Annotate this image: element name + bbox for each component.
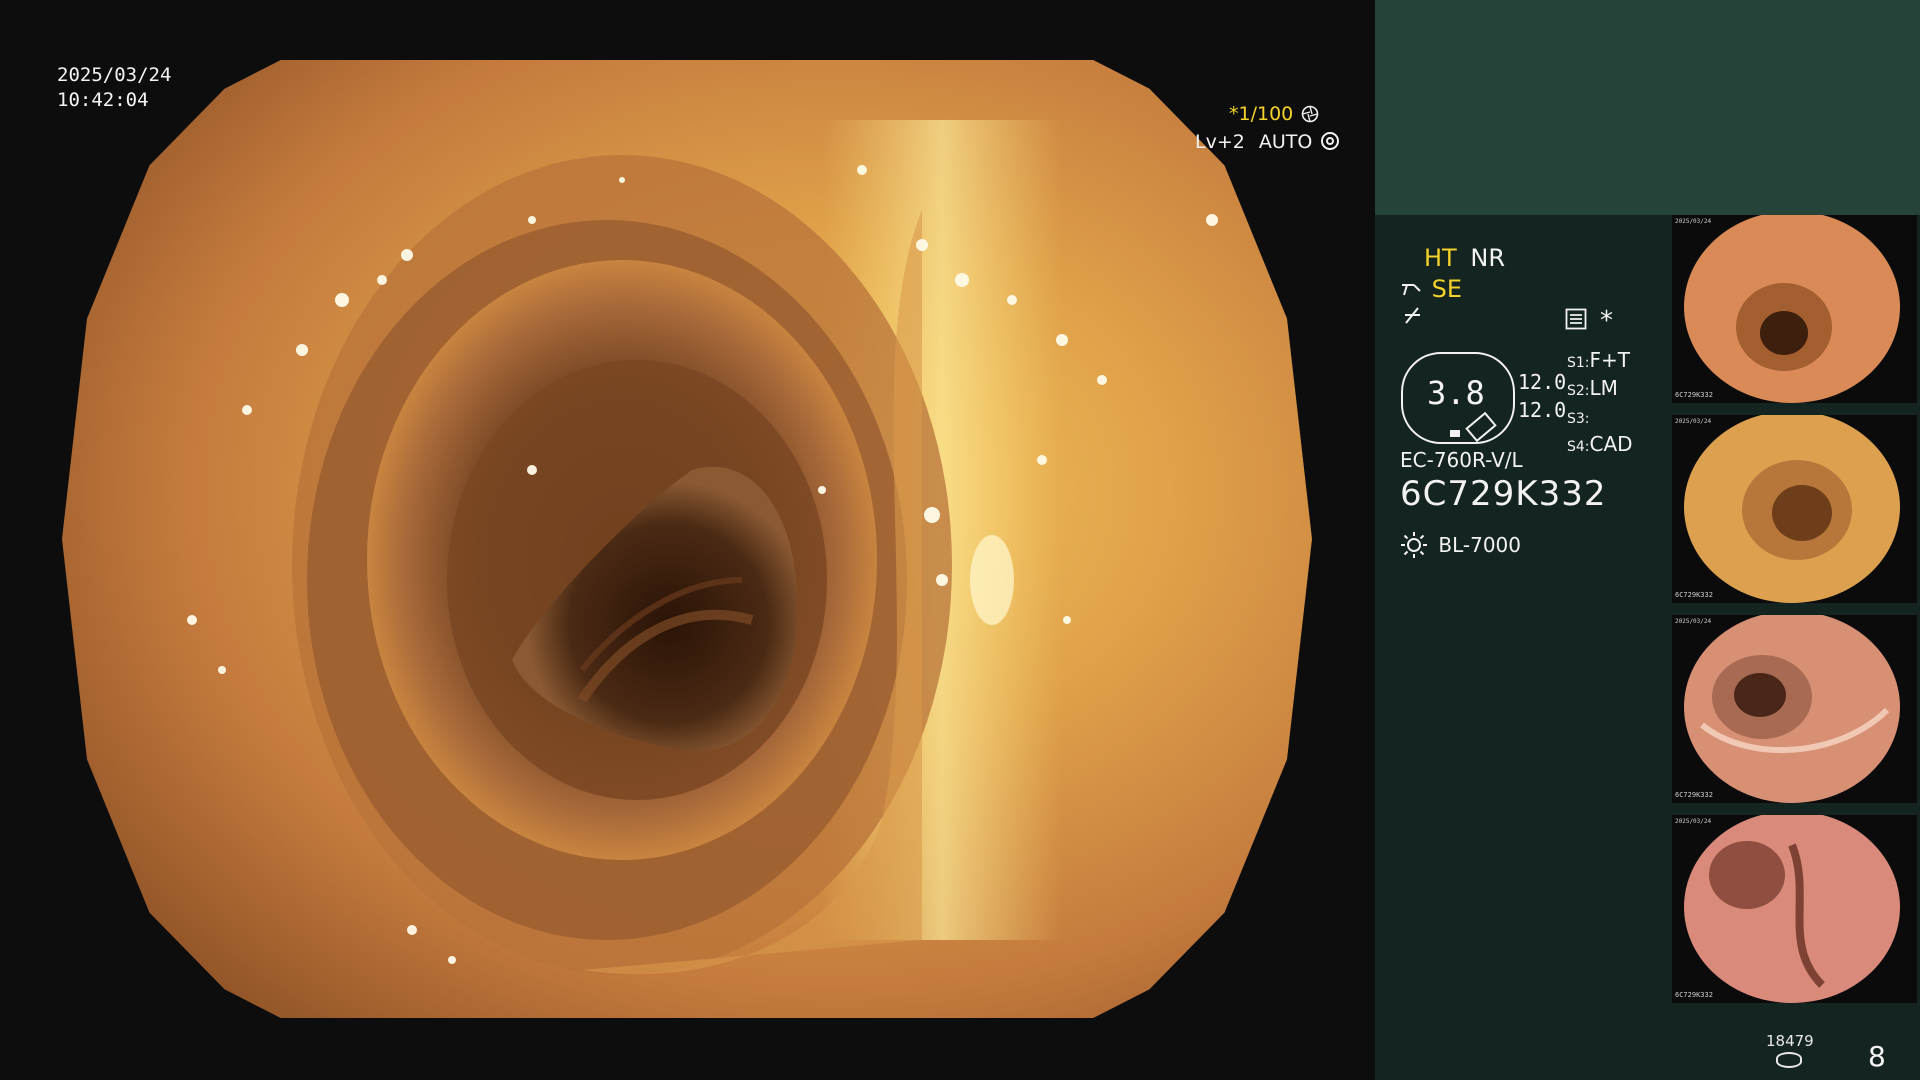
capture-thumbnail-2[interactable]: 2025/03/24 6C729K332 xyxy=(1672,415,1917,603)
memory-icon xyxy=(1565,308,1587,334)
datetime-readout: 2025/03/24 10:42:04 xyxy=(57,63,171,113)
side-panel-header xyxy=(1375,0,1920,215)
thumb-2-date: 2025/03/24 xyxy=(1675,418,1712,425)
shutter-row: *1/100 xyxy=(1195,100,1339,128)
switch-s1: S1:F+T xyxy=(1567,348,1633,376)
switch-s4-label: S4: xyxy=(1567,439,1590,455)
switch-s1-label: S1: xyxy=(1567,355,1590,371)
mode-se: SE xyxy=(1431,275,1463,303)
mode-row-1: HT NR xyxy=(1424,243,1505,273)
scope-model: EC-760R-V/L xyxy=(1400,448,1523,472)
capture-thumbnail-3[interactable]: 2025/03/24 6C729K332 xyxy=(1672,615,1917,803)
light-sun-icon xyxy=(1400,532,1434,558)
endoscope-live-view xyxy=(62,60,1312,1018)
enhance-icon xyxy=(1402,305,1424,333)
switch-list: S1:F+T S2:LM S3: S4:CAD xyxy=(1567,348,1633,460)
param-b: 12.0 xyxy=(1518,398,1567,422)
light-source-text: BL-7000 xyxy=(1438,533,1521,557)
exposure-readout: *1/100 Lv+2 AUTO xyxy=(1195,100,1340,156)
thumb-4-date: 2025/03/24 xyxy=(1675,818,1712,825)
light-source-row: BL-7000 xyxy=(1400,531,1521,559)
level-text: Lv+2 xyxy=(1195,131,1245,153)
disk-icon xyxy=(1776,1052,1802,1068)
switch-s2: S2:LM xyxy=(1567,376,1633,404)
level-row: Lv+2 AUTO xyxy=(1195,128,1340,156)
thumb-1-date: 2025/03/24 xyxy=(1675,218,1712,225)
thumb-3-date: 2025/03/24 xyxy=(1675,618,1712,625)
ring-icon xyxy=(1321,132,1340,150)
shutter-text: *1/100 xyxy=(1229,103,1294,125)
switch-s2-label: S2: xyxy=(1567,383,1590,399)
thumb-4-serial: 6C729K332 xyxy=(1675,991,1713,999)
scope-tip-icon xyxy=(1400,275,1432,303)
thumb-3-serial: 6C729K332 xyxy=(1675,791,1713,799)
mode-star: * xyxy=(1600,306,1613,336)
mode-row-3 xyxy=(1402,304,1424,334)
thumb-2-serial: 6C729K332 xyxy=(1675,591,1713,599)
scope-serial: 6C729K332 xyxy=(1400,474,1607,514)
thumb-1-serial: 6C729K332 xyxy=(1675,391,1713,399)
image-count: 8 xyxy=(1868,1040,1886,1073)
switch-s2-value: LM xyxy=(1589,376,1618,400)
switch-s3-label: S3: xyxy=(1567,411,1590,427)
mode-ht: HT xyxy=(1424,244,1457,272)
capture-thumbnail-4[interactable]: 2025/03/24 6C729K332 xyxy=(1672,815,1917,1003)
aperture-icon xyxy=(1299,103,1319,125)
param-a: 12.0 xyxy=(1518,370,1567,394)
iris-text: AUTO xyxy=(1258,131,1313,153)
switch-s4: S4:CAD xyxy=(1567,432,1633,460)
scope-block-icon xyxy=(1450,430,1460,437)
capture-thumbnail-1[interactable]: 2025/03/24 6C729K332 xyxy=(1672,215,1917,403)
mode-nr: NR xyxy=(1470,244,1505,272)
date-text: 2025/03/24 xyxy=(57,64,172,86)
switch-s1-value: F+T xyxy=(1589,348,1630,372)
storage-count: 18479 xyxy=(1766,1032,1814,1050)
mode-row-2: SE xyxy=(1400,274,1462,304)
switch-s3: S3: xyxy=(1567,404,1633,432)
time-text: 10:42:04 xyxy=(57,89,149,111)
zoom-value: 3.8 xyxy=(1427,374,1485,412)
switch-s4-value: CAD xyxy=(1589,432,1633,456)
